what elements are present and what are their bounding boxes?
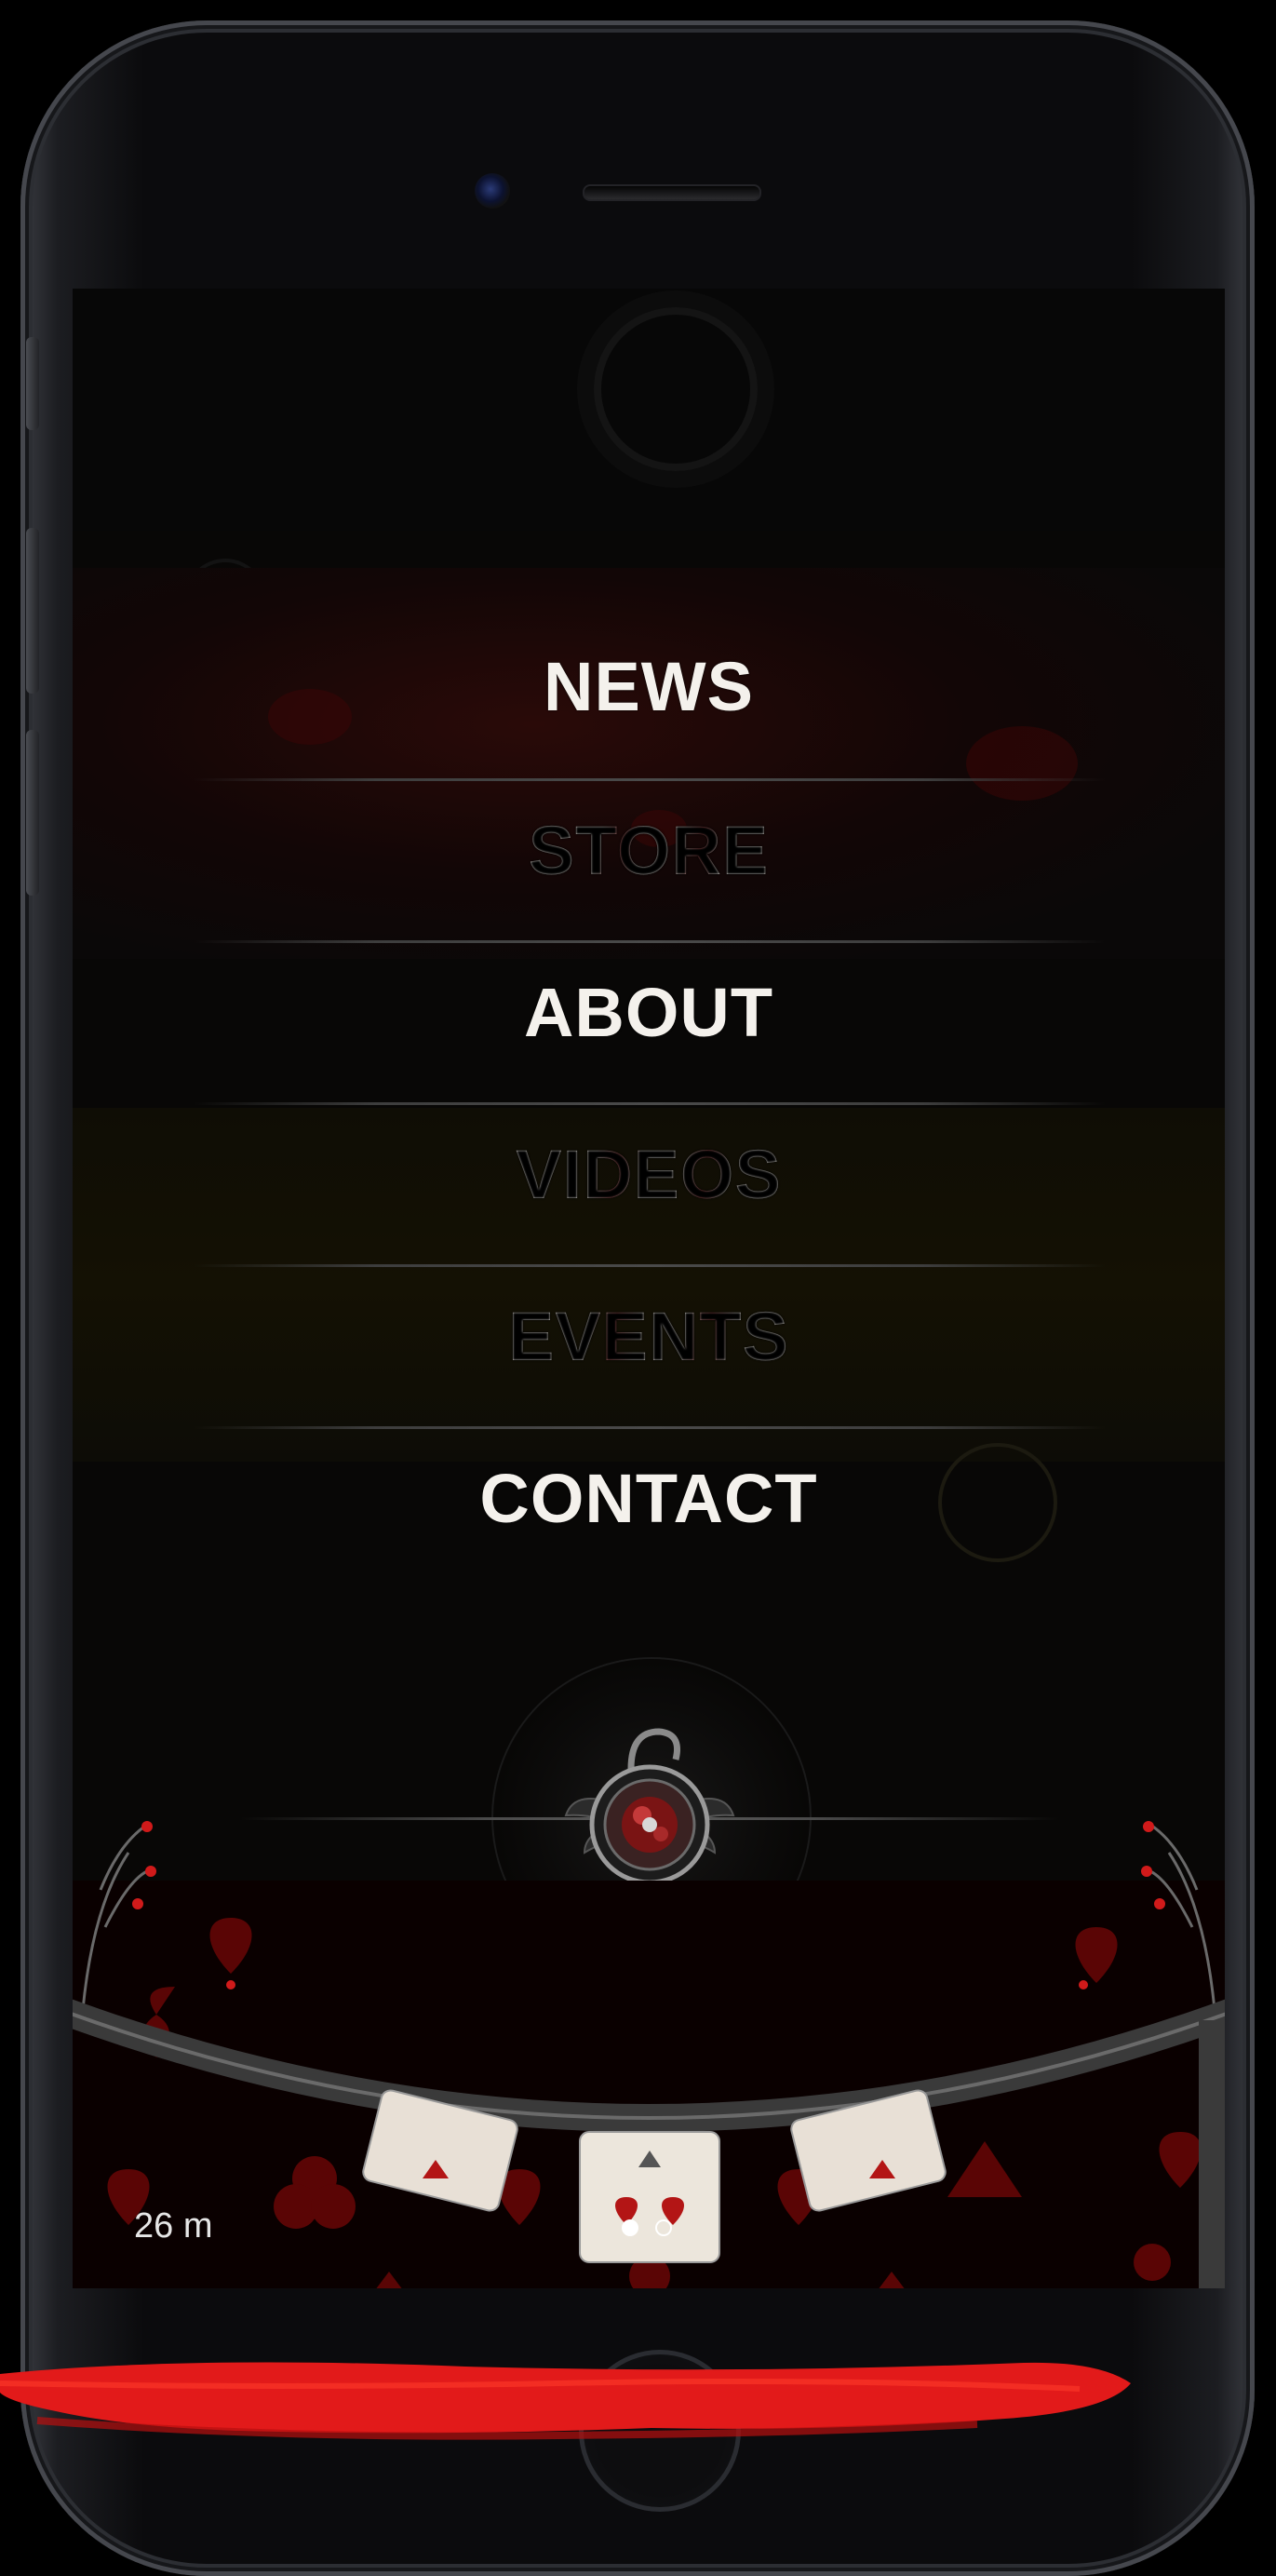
volume-down-button [26, 730, 39, 896]
menu-item-label: EVENTS [507, 1297, 790, 1375]
earpiece-speaker [583, 184, 761, 201]
menu-item-store[interactable]: STORE [73, 769, 1225, 931]
menu-item-about[interactable]: ABOUT [73, 931, 1225, 1093]
page-dot[interactable] [655, 2219, 672, 2236]
volume-up-button [26, 528, 39, 694]
menu-item-label: NEWS [544, 647, 754, 725]
menu-item-contact[interactable]: CONTACT [73, 1417, 1225, 1579]
background-logo [594, 307, 758, 471]
page-counter: 26 m [134, 2206, 213, 2246]
menu-item-news[interactable]: NEWS [73, 605, 1225, 767]
app-screen: NEWS STORE ABOUT VIDEOS EVENTS CONTACT 2… [73, 289, 1225, 2288]
menu-item-label: CONTACT [479, 1459, 818, 1537]
front-camera-icon [475, 173, 510, 209]
menu-item-videos[interactable]: VIDEOS [73, 1093, 1225, 1255]
menu-item-label: VIDEOS [516, 1135, 782, 1213]
red-brush-stroke [0, 2362, 1131, 2440]
mute-switch [26, 337, 39, 430]
menu-item-events[interactable]: EVENTS [73, 1255, 1225, 1417]
page-indicator [622, 2219, 672, 2236]
playing-cards-scene [73, 1821, 1225, 2288]
menu-item-label: STORE [528, 811, 770, 889]
page-dot-active[interactable] [622, 2219, 638, 2236]
menu-item-label: ABOUT [523, 973, 774, 1051]
